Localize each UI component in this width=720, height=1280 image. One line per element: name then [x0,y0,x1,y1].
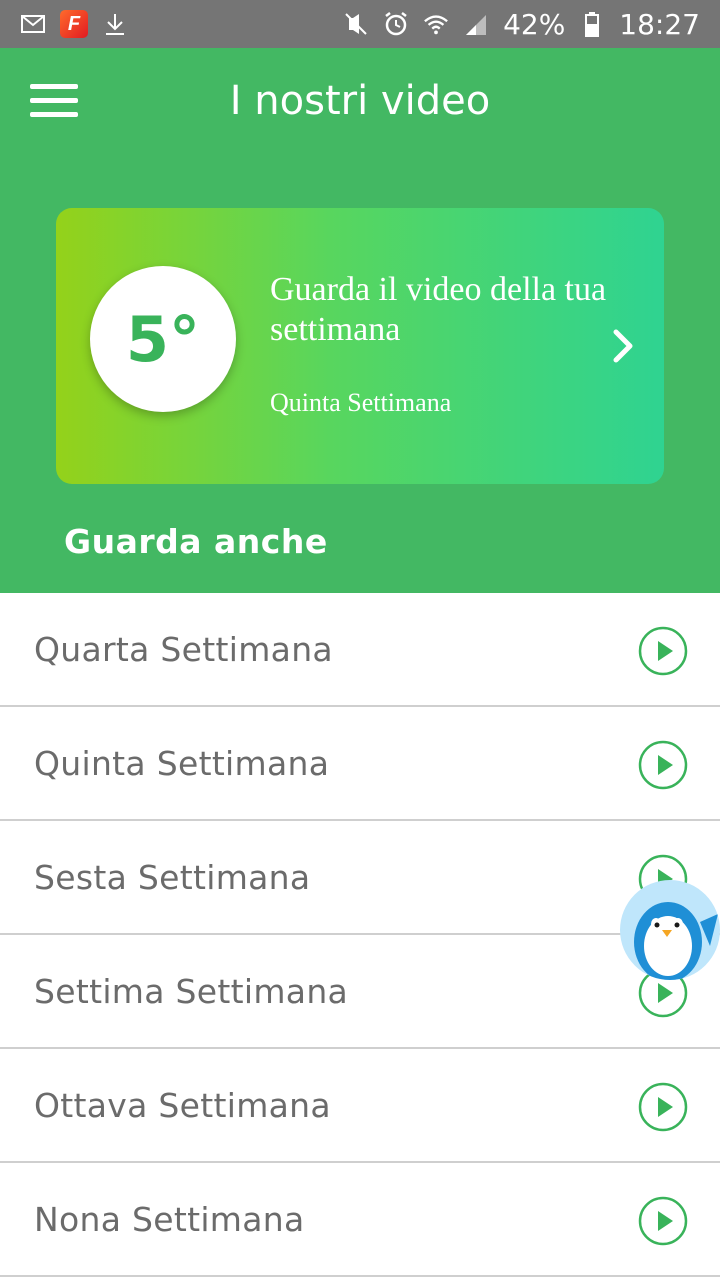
mute-icon [343,11,369,37]
download-icon [102,11,128,37]
list-item-label: Ottava Settimana [34,1085,331,1125]
play-icon[interactable] [638,1196,688,1246]
gmail-icon [20,11,46,37]
header: I nostri video 5° Guarda il video della … [0,48,720,593]
video-list: Quarta Settimana Quinta Settimana Sesta … [0,593,720,1277]
status-bar-left: F [20,10,128,38]
flipboard-icon: F [60,10,88,38]
list-item[interactable]: Quarta Settimana [0,593,720,707]
list-item[interactable]: Ottava Settimana [0,1049,720,1163]
battery-percent: 42% [503,7,566,41]
list-item-label: Sesta Settimana [34,857,311,897]
battery-icon [579,11,605,37]
list-item[interactable]: Nona Settimana [0,1163,720,1277]
current-week-card[interactable]: 5° Guarda il video della tua settimana Q… [56,208,664,484]
clock: 18:27 [619,7,700,41]
status-bar-right: 42% 18:27 [343,8,700,41]
list-item-label: Nona Settimana [34,1199,305,1239]
week-card-subtitle: Quinta Settimana [270,388,452,417]
wifi-icon [423,11,449,37]
list-item[interactable]: Sesta Settimana [0,821,720,935]
signal-icon [463,11,489,37]
page-title: I nostri video [229,78,491,124]
list-item[interactable]: Settima Settimana [0,935,720,1049]
play-icon[interactable] [638,1082,688,1132]
alarm-icon [383,11,409,37]
list-item-label: Settima Settimana [34,971,349,1011]
list-item-label: Quarta Settimana [34,629,333,669]
week-number-badge: 5° [90,266,236,412]
status-bar: F 42% 18:27 [0,0,720,48]
penguin-mascot-icon[interactable] [620,880,720,980]
section-title: Guarda anche [64,522,328,561]
play-icon[interactable] [638,626,688,676]
chevron-right-icon [613,329,633,363]
week-card-title: Guarda il video della tua settimana [270,271,607,348]
play-icon[interactable] [638,740,688,790]
list-item[interactable]: Quinta Settimana [0,707,720,821]
list-item-label: Quinta Settimana [34,743,330,783]
